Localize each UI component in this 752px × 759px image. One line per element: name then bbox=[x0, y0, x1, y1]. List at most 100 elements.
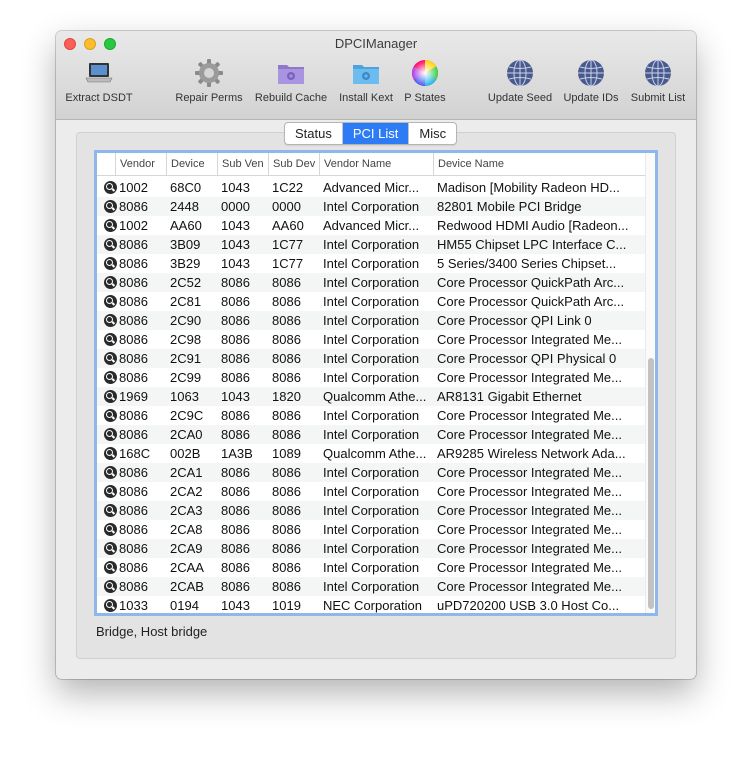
table-row[interactable]: 8086 2C99 8086 8086 Intel Corporation Core Pr… bbox=[97, 368, 645, 387]
table-row[interactable]: 8086 3B09 1043 1C77 Intel Corporation HM55 Ch… bbox=[97, 235, 645, 254]
cell-vendor: 8086 bbox=[119, 541, 148, 556]
column-header-icon bbox=[97, 153, 115, 175]
cell-device: 2CAA bbox=[170, 560, 204, 575]
globe-icon bbox=[507, 59, 533, 87]
cell-device-name: AR8131 Gigabit Ethernet bbox=[437, 389, 582, 404]
table-row[interactable]: 8086 2CAB 8086 8086 Intel Corporation Core Pr… bbox=[97, 577, 645, 596]
table-row[interactable]: 1969 1063 1043 1820 Qualcomm Athe... AR8131 G… bbox=[97, 387, 645, 406]
cell-sub-ven: 0000 bbox=[221, 199, 250, 214]
submit-list-button[interactable]: Submit List bbox=[631, 56, 685, 116]
cell-vendor-name: NEC Corporation bbox=[323, 598, 422, 613]
cell-sub-ven: 8086 bbox=[221, 560, 250, 575]
update-ids-button[interactable]: Update IDs bbox=[563, 56, 619, 116]
table-row[interactable]: 1033 0194 1043 1019 NEC Corporation uPD720200… bbox=[97, 596, 645, 613]
cell-device: 68C0 bbox=[170, 180, 202, 195]
cell-device: 2CA2 bbox=[170, 484, 203, 499]
cell-vendor-name: Intel Corporation bbox=[323, 541, 420, 556]
tab-status[interactable]: Status bbox=[285, 123, 343, 144]
table-row[interactable]: 8086 2CA3 8086 8086 Intel Corporation Core Pr… bbox=[97, 501, 645, 520]
cell-vendor: 1002 bbox=[119, 180, 148, 195]
cell-vendor: 8086 bbox=[119, 237, 148, 252]
cell-device-name: AR9285 Wireless Network Ada... bbox=[437, 446, 626, 461]
cell-vendor: 8086 bbox=[119, 579, 148, 594]
table-row[interactable]: 8086 2CA8 8086 8086 Intel Corporation Core Pr… bbox=[97, 520, 645, 539]
cell-sub-dev: 1820 bbox=[272, 389, 301, 404]
cell-sub-dev: 8086 bbox=[272, 275, 301, 290]
install-kext-button[interactable]: Install Kext bbox=[339, 56, 393, 116]
cell-sub-ven: 8086 bbox=[221, 541, 250, 556]
cell-device: 2C52 bbox=[170, 275, 202, 290]
cell-device-name: 5 Series/3400 Series Chipset... bbox=[437, 256, 617, 271]
purple-folder-icon bbox=[278, 65, 304, 84]
table-row[interactable]: 1002 68C0 1043 1C22 Advanced Micr... Madison … bbox=[97, 178, 645, 197]
column-header-sub-dev[interactable]: Sub Dev bbox=[268, 153, 319, 175]
cell-vendor-name: Intel Corporation bbox=[323, 522, 420, 537]
cell-vendor-name: Qualcomm Athe... bbox=[323, 446, 427, 461]
cell-sub-dev: 8086 bbox=[272, 427, 301, 442]
column-header-vendor[interactable]: Vendor bbox=[115, 153, 166, 175]
table-row[interactable]: 8086 2CA1 8086 8086 Intel Corporation Core Pr… bbox=[97, 463, 645, 482]
table-row[interactable]: 1002 AA60 1043 AA60 Advanced Micr... Redwood … bbox=[97, 216, 645, 235]
table-row[interactable]: 8086 2C9C 8086 8086 Intel Corporation Core Pr… bbox=[97, 406, 645, 425]
cell-vendor-name: Advanced Micr... bbox=[323, 218, 420, 233]
extract-dsdt-label: Extract DSDT bbox=[65, 92, 133, 104]
app-window: DPCIManager Extract DSDT Repair Perms Re… bbox=[56, 31, 696, 679]
vertical-scrollbar[interactable] bbox=[645, 153, 655, 613]
table-row[interactable]: 8086 2CA0 8086 8086 Intel Corporation Core Pr… bbox=[97, 425, 645, 444]
cell-vendor: 1002 bbox=[119, 218, 148, 233]
table-header: Vendor Device Sub Ven Sub Dev Vendor Nam… bbox=[97, 153, 645, 176]
cell-vendor-name: Intel Corporation bbox=[323, 370, 420, 385]
p-states-button[interactable]: P States bbox=[404, 56, 446, 116]
update-seed-button[interactable]: Update Seed bbox=[488, 56, 552, 116]
tab-misc[interactable]: Misc bbox=[409, 123, 456, 144]
table-row[interactable]: 8086 2448 0000 0000 Intel Corporation 82801 M… bbox=[97, 197, 645, 216]
table-row[interactable]: 8086 2CA9 8086 8086 Intel Corporation Core Pr… bbox=[97, 539, 645, 558]
cell-sub-ven: 1043 bbox=[221, 256, 250, 271]
cell-device-name: Core Processor Integrated Me... bbox=[437, 541, 622, 556]
table-row[interactable]: 8086 2C98 8086 8086 Intel Corporation Core Pr… bbox=[97, 330, 645, 349]
selected-device-class: Bridge, Host bridge bbox=[96, 624, 208, 639]
table-row[interactable]: 8086 2CAA 8086 8086 Intel Corporation Core Pr… bbox=[97, 558, 645, 577]
cell-vendor: 8086 bbox=[119, 522, 148, 537]
cell-vendor: 8086 bbox=[119, 313, 148, 328]
column-header-device-name[interactable]: Device Name bbox=[433, 153, 645, 175]
table-row[interactable]: 8086 2C91 8086 8086 Intel Corporation Core Pr… bbox=[97, 349, 645, 368]
extract-dsdt-button[interactable]: Extract DSDT bbox=[65, 56, 133, 116]
table-row[interactable]: 8086 2C81 8086 8086 Intel Corporation Core Pr… bbox=[97, 292, 645, 311]
table-row[interactable]: 8086 2C90 8086 8086 Intel Corporation Core Pr… bbox=[97, 311, 645, 330]
column-header-vendor-name[interactable]: Vendor Name bbox=[319, 153, 433, 175]
cell-sub-ven: 8086 bbox=[221, 465, 250, 480]
cell-vendor: 1033 bbox=[119, 598, 148, 613]
pci-device-table[interactable]: Vendor Device Sub Ven Sub Dev Vendor Nam… bbox=[94, 150, 658, 616]
cell-sub-ven: 8086 bbox=[221, 408, 250, 423]
globe-icon bbox=[578, 59, 604, 87]
cell-sub-ven: 8086 bbox=[221, 522, 250, 537]
table-row[interactable]: 8086 2C52 8086 8086 Intel Corporation Core Pr… bbox=[97, 273, 645, 292]
cell-vendor: 8086 bbox=[119, 199, 148, 214]
cell-device-name: Core Processor Integrated Me... bbox=[437, 503, 622, 518]
cell-device: AA60 bbox=[170, 218, 202, 233]
cell-vendor-name: Intel Corporation bbox=[323, 199, 420, 214]
column-header-device[interactable]: Device bbox=[166, 153, 217, 175]
cell-sub-ven: 1043 bbox=[221, 389, 250, 404]
globe-icon bbox=[645, 59, 671, 87]
table-row[interactable]: 168C 002B 1A3B 1089 Qualcomm Athe... AR9285 W… bbox=[97, 444, 645, 463]
repair-perms-button[interactable]: Repair Perms bbox=[175, 56, 243, 116]
cell-vendor-name: Intel Corporation bbox=[323, 427, 420, 442]
cell-sub-dev: 1C22 bbox=[272, 180, 304, 195]
cell-sub-ven: 8086 bbox=[221, 427, 250, 442]
scrollbar-thumb[interactable] bbox=[648, 358, 654, 609]
cell-sub-dev: 1C77 bbox=[272, 237, 304, 252]
table-row[interactable]: 8086 2CA2 8086 8086 Intel Corporation Core Pr… bbox=[97, 482, 645, 501]
rebuild-cache-button[interactable]: Rebuild Cache bbox=[255, 56, 327, 116]
cell-vendor: 8086 bbox=[119, 408, 148, 423]
table-row[interactable]: 8086 3B29 1043 1C77 Intel Corporation 5 Serie… bbox=[97, 254, 645, 273]
cell-vendor-name: Intel Corporation bbox=[323, 332, 420, 347]
cell-device-name: Core Processor QPI Physical 0 bbox=[437, 351, 617, 366]
cell-device: 2CAB bbox=[170, 579, 204, 594]
cell-sub-dev: 8086 bbox=[272, 560, 301, 575]
cell-vendor: 8086 bbox=[119, 370, 148, 385]
tab-pci-list[interactable]: PCI List bbox=[342, 123, 410, 144]
column-header-sub-ven[interactable]: Sub Ven bbox=[217, 153, 268, 175]
titlebar: DPCIManager Extract DSDT Repair Perms Re… bbox=[56, 31, 696, 120]
